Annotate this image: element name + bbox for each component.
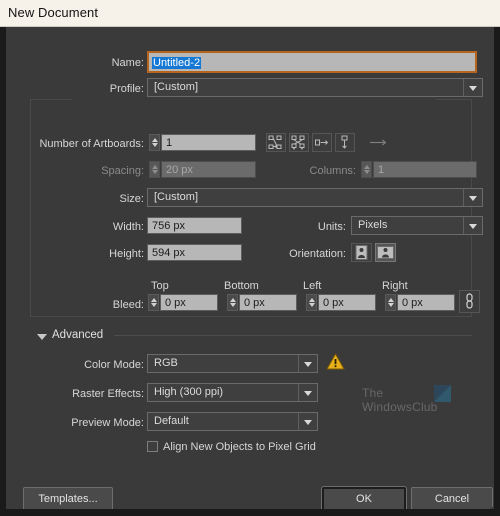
orientation-portrait-button[interactable] xyxy=(351,243,372,262)
templates-button[interactable]: Templates... xyxy=(23,487,113,509)
width-label: Width: xyxy=(112,221,144,233)
bleed-left-label: Left xyxy=(303,280,322,292)
width-input[interactable]: 756 px xyxy=(147,217,242,234)
size-select[interactable]: [Custom] xyxy=(147,188,483,207)
columns-value: 1 xyxy=(378,164,385,176)
columns-stepper[interactable] xyxy=(361,161,372,178)
units-value: Pixels xyxy=(358,219,388,231)
profile-value: [Custom] xyxy=(154,81,199,93)
new-document-dialog: New Document Name: Untitled-2 Profile: [… xyxy=(0,0,500,516)
number-of-artboards-value: 1 xyxy=(166,137,173,149)
bleed-top-label: Top xyxy=(151,280,169,292)
size-label: Size: xyxy=(119,193,144,205)
profile-select[interactable]: [Custom] xyxy=(147,78,483,97)
bleed-right-stepper[interactable] xyxy=(385,294,396,311)
number-of-artboards-input[interactable]: 1 xyxy=(161,134,256,151)
dialog-content: Name: Untitled-2 Profile: [Custom] Numbe… xyxy=(6,27,494,509)
preview-mode-value: Default xyxy=(154,415,189,427)
group-frame-top-left xyxy=(30,99,72,100)
number-of-artboards-label: Number of Artboards: xyxy=(39,138,144,150)
raster-effects-label: Raster Effects: xyxy=(72,388,144,400)
arrange-by-row-icon[interactable] xyxy=(312,133,332,152)
warning-icon xyxy=(326,352,345,371)
ok-button[interactable]: OK xyxy=(322,487,406,509)
name-label: Name: xyxy=(111,57,144,69)
raster-effects-value: High (300 ppi) xyxy=(154,386,224,398)
width-value: 756 px xyxy=(152,220,186,232)
spacing-value: 20 px xyxy=(166,164,193,176)
bleed-top-stepper[interactable] xyxy=(148,294,159,311)
height-input[interactable]: 594 px xyxy=(147,244,242,261)
columns-input[interactable]: 1 xyxy=(373,161,477,178)
windowsclub-logo-icon xyxy=(434,385,451,402)
bleed-bottom-stepper[interactable] xyxy=(227,294,238,311)
bleed-right-label: Right xyxy=(382,280,408,292)
preview-mode-label: Preview Mode: xyxy=(71,417,144,429)
size-value: [Custom] xyxy=(154,191,199,203)
dialog-titlebar: New Document xyxy=(0,0,500,27)
artboards-stepper[interactable] xyxy=(149,134,160,151)
watermark-line2: WindowsClub xyxy=(362,400,438,414)
name-input[interactable]: Untitled-2 xyxy=(147,51,477,73)
change-to-rtl-icon[interactable] xyxy=(366,133,390,152)
chevron-down-icon[interactable] xyxy=(298,384,317,401)
bleed-left-value: 0 px xyxy=(323,297,344,309)
height-label: Height: xyxy=(109,248,144,260)
bleed-bottom-label: Bottom xyxy=(224,280,259,292)
chevron-down-icon[interactable] xyxy=(463,189,482,206)
profile-label: Profile: xyxy=(109,83,144,95)
units-label: Units: xyxy=(317,221,346,233)
orientation-label: Orientation: xyxy=(289,248,346,260)
grid-by-row-icon[interactable] xyxy=(266,133,286,152)
color-mode-value: RGB xyxy=(154,357,178,369)
bleed-top-input[interactable]: 0 px xyxy=(160,294,218,311)
name-input-value: Untitled-2 xyxy=(152,57,202,69)
bleed-label: Bleed: xyxy=(112,299,144,311)
dialog-title: New Document xyxy=(8,5,99,20)
bleed-right-value: 0 px xyxy=(402,297,423,309)
bleed-left-input[interactable]: 0 px xyxy=(318,294,376,311)
color-mode-select[interactable]: RGB xyxy=(147,354,318,373)
chevron-down-icon[interactable] xyxy=(298,413,317,430)
chevron-down-icon[interactable] xyxy=(463,79,482,96)
bleed-top-value: 0 px xyxy=(165,297,186,309)
cancel-button[interactable]: Cancel xyxy=(411,487,493,509)
bleed-bottom-value: 0 px xyxy=(244,297,265,309)
preview-mode-select[interactable]: Default xyxy=(147,412,318,431)
dialog-body: Name: Untitled-2 Profile: [Custom] Numbe… xyxy=(0,27,500,516)
group-frame-top-right xyxy=(436,99,472,100)
bleed-right-input[interactable]: 0 px xyxy=(397,294,455,311)
watermark-line1: The xyxy=(362,386,384,400)
units-select[interactable]: Pixels xyxy=(351,216,483,235)
watermark: The WindowsClub xyxy=(358,383,478,429)
raster-effects-select[interactable]: High (300 ppi) xyxy=(147,383,318,402)
arrange-by-column-icon[interactable] xyxy=(335,133,355,152)
columns-label: Columns: xyxy=(309,165,356,177)
spacing-label: Spacing: xyxy=(101,165,144,177)
grid-by-column-icon[interactable] xyxy=(289,133,309,152)
bleed-link-icon[interactable] xyxy=(459,290,480,313)
bleed-bottom-input[interactable]: 0 px xyxy=(239,294,297,311)
align-pixel-grid-checkbox[interactable] xyxy=(147,441,158,452)
spacing-stepper[interactable] xyxy=(149,161,160,178)
bleed-left-stepper[interactable] xyxy=(306,294,317,311)
align-pixel-grid-label: Align New Objects to Pixel Grid xyxy=(163,441,316,453)
chevron-down-icon[interactable] xyxy=(298,355,317,372)
chevron-down-icon[interactable] xyxy=(463,217,482,234)
height-value: 594 px xyxy=(152,247,186,259)
advanced-divider xyxy=(114,335,472,336)
color-mode-label: Color Mode: xyxy=(84,359,144,371)
advanced-disclosure-icon[interactable] xyxy=(37,334,47,340)
orientation-landscape-button[interactable] xyxy=(375,243,396,262)
